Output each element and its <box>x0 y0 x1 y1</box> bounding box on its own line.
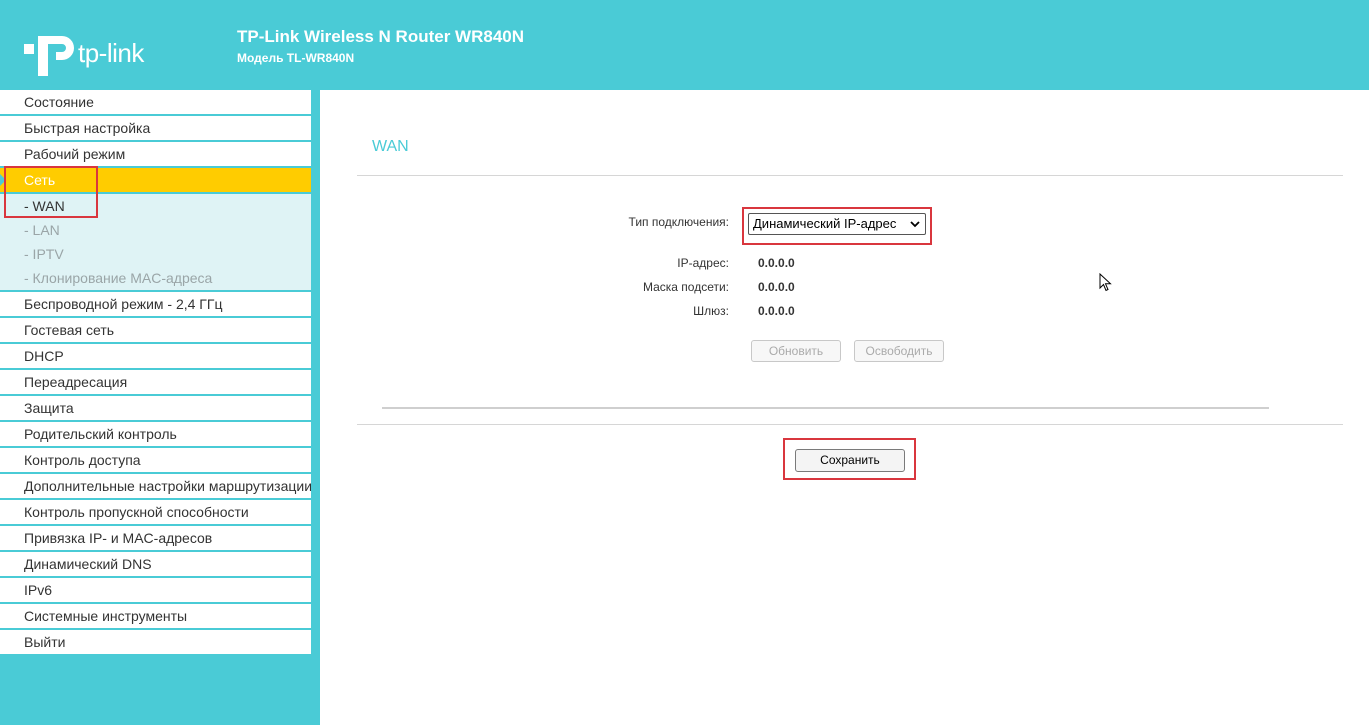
subnet-mask-label: Маска подсети: <box>642 280 729 294</box>
gateway-label: Шлюз: <box>693 304 729 318</box>
sidebar-menu: Состояние Быстрая настройка Рабочий режи… <box>0 90 311 656</box>
logo-text: tp-link <box>78 38 144 68</box>
release-button[interactable]: Освободить <box>854 340 944 362</box>
ip-address-value: 0.0.0.0 <box>758 256 795 270</box>
sidebar-item-operation-mode[interactable]: Рабочий режим <box>0 142 311 168</box>
sidebar-item-access-control[interactable]: Контроль доступа <box>0 448 311 474</box>
chevron-down-icon <box>910 221 920 228</box>
mouse-cursor-icon <box>1099 273 1112 292</box>
sidebar-item-logout[interactable]: Выйти <box>0 630 311 656</box>
sidebar-subitem-wan[interactable]: - WAN <box>0 194 311 218</box>
tp-link-logo-icon <box>24 36 74 76</box>
connection-type-label: Тип подключения: <box>628 215 729 229</box>
router-model: Модель TL-WR840N <box>237 51 355 65</box>
subnet-mask-value: 0.0.0.0 <box>758 280 795 294</box>
network-submenu: - WAN - LAN - IPTV - Клонирование MAC-ад… <box>0 194 311 292</box>
ip-address-label: IP-адрес: <box>677 256 729 270</box>
sidebar-item-wireless[interactable]: Беспроводной режим - 2,4 ГГц <box>0 292 311 318</box>
tp-link-logo: tp-link <box>24 26 164 78</box>
active-indicator-arrow <box>0 174 6 186</box>
sidebar-item-dynamic-dns[interactable]: Динамический DNS <box>0 552 311 578</box>
sidebar-item-network[interactable]: Сеть <box>0 168 311 194</box>
connection-type-value: Динамический IP-адрес <box>753 216 897 231</box>
divider-bottom <box>357 424 1343 425</box>
connection-type-select[interactable]: Динамический IP-адрес <box>748 213 926 235</box>
sidebar-item-quick-setup[interactable]: Быстрая настройка <box>0 116 311 142</box>
gateway-value: 0.0.0.0 <box>758 304 795 318</box>
sidebar-item-ip-mac-binding[interactable]: Привязка IP- и MAC-адресов <box>0 526 311 552</box>
sidebar-item-ipv6[interactable]: IPv6 <box>0 578 311 604</box>
divider-top <box>357 175 1343 176</box>
save-button[interactable]: Сохранить <box>795 449 905 472</box>
sidebar-subitem-lan[interactable]: - LAN <box>0 218 311 242</box>
sidebar-item-security[interactable]: Защита <box>0 396 311 422</box>
page-title: WAN <box>372 138 409 155</box>
sidebar-item-forwarding[interactable]: Переадресация <box>0 370 311 396</box>
sidebar-item-dhcp[interactable]: DHCP <box>0 344 311 370</box>
sidebar-item-status[interactable]: Состояние <box>0 90 311 116</box>
divider-middle <box>382 407 1269 409</box>
router-title: TP-Link Wireless N Router WR840N <box>237 27 525 46</box>
sidebar-subitem-iptv[interactable]: - IPTV <box>0 242 311 266</box>
sidebar-item-advanced-routing[interactable]: Дополнительные настройки маршрутизации <box>0 474 311 500</box>
sidebar-item-guest-network[interactable]: Гостевая сеть <box>0 318 311 344</box>
sidebar-subitem-mac-clone[interactable]: - Клонирование MAC-адреса <box>0 266 311 290</box>
header-bar: tp-link TP-Link Wireless N Router WR840N… <box>0 0 1369 90</box>
sidebar-item-system-tools[interactable]: Системные инструменты <box>0 604 311 630</box>
sidebar-item-bandwidth-control[interactable]: Контроль пропускной способности <box>0 500 311 526</box>
renew-button[interactable]: Обновить <box>751 340 841 362</box>
sidebar-item-parental-control[interactable]: Родительский контроль <box>0 422 311 448</box>
main-panel: WAN Тип подключения: Динамический IP-адр… <box>320 90 1369 725</box>
